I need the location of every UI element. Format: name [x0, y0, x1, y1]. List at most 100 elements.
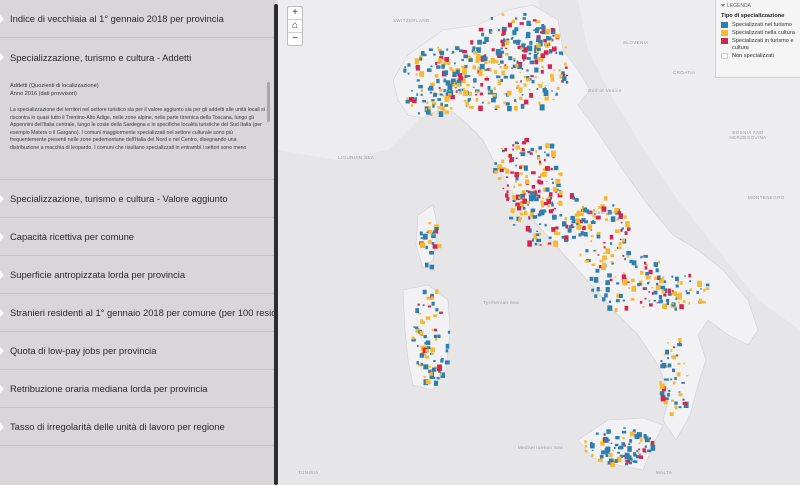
municipality-patch: [590, 229, 593, 231]
municipality-patch: [484, 61, 488, 65]
municipality-patch: [503, 93, 506, 95]
municipality-patch: [502, 187, 505, 190]
municipality-patch: [686, 374, 689, 377]
municipality-patch: [605, 280, 610, 286]
municipality-patch: [610, 254, 614, 258]
municipality-patch: [437, 98, 441, 101]
municipality-patch: [627, 446, 632, 452]
municipality-patch: [508, 153, 512, 159]
municipality-patch: [454, 87, 457, 89]
municipality-patch: [539, 173, 544, 177]
layer-item-irregolarita[interactable]: Tasso di irregolarità delle unità di lav…: [0, 408, 276, 446]
municipality-patch: [419, 57, 422, 61]
municipality-patch: [497, 177, 502, 180]
municipality-patch: [519, 71, 522, 73]
municipality-patch: [512, 157, 515, 160]
municipality-patch: [591, 263, 596, 266]
municipality-patch: [412, 99, 417, 104]
municipality-patch: [435, 308, 439, 312]
municipality-patch: [551, 178, 554, 180]
municipality-patch: [510, 208, 515, 214]
caret-right-icon: [0, 194, 4, 203]
layer-item-capacita[interactable]: Capacità ricettiva per comune: [0, 218, 276, 256]
layer-item-superficie[interactable]: Superficie antropizzata lorda per provin…: [0, 256, 276, 294]
legend-swatch: [721, 52, 728, 59]
municipality-patch: [422, 233, 428, 240]
municipality-patch: [462, 68, 467, 75]
municipality-patch: [523, 165, 528, 171]
municipality-patch: [510, 38, 513, 40]
municipality-patch: [553, 165, 559, 171]
municipality-patch: [515, 80, 518, 84]
layer-item-turismo-addetti[interactable]: Specializzazione, turismo e cultura - Ad…: [0, 38, 276, 76]
layer-item-turismo-valore[interactable]: Specializzazione, turismo e cultura - Va…: [0, 180, 276, 218]
municipality-patch: [598, 458, 603, 462]
municipality-patch: [552, 98, 555, 100]
panel-scrollbar[interactable]: [267, 82, 270, 122]
municipality-patch: [614, 308, 618, 312]
municipality-patch: [436, 65, 441, 69]
municipality-patch: [529, 93, 534, 98]
municipality-patch: [454, 62, 456, 65]
municipality-patch: [546, 44, 549, 47]
municipality-patch: [438, 111, 444, 117]
municipality-patch: [478, 27, 484, 32]
map-view[interactable]: SWITZERLAND SLOVENIA CROATIA BOSNIA AND …: [278, 0, 800, 485]
layer-item-indice-vecchiaia[interactable]: Indice di vecchiaia al 1° gennaio 2018 p…: [0, 0, 276, 38]
municipality-patch: [685, 290, 688, 293]
zoom-in-button[interactable]: +: [288, 7, 302, 20]
municipality-patch: [494, 105, 500, 109]
layer-item-stranieri[interactable]: Stranieri residenti al 1° gennaio 2018 p…: [0, 294, 276, 332]
zoom-out-button[interactable]: −: [288, 33, 302, 45]
municipality-patch: [638, 452, 640, 454]
municipality-patch: [673, 291, 678, 296]
municipality-patch: [538, 180, 544, 185]
legend-header[interactable]: LEGENDA: [721, 3, 795, 9]
layer-item-retribuzione[interactable]: Retribuzione oraria mediana lorda per pr…: [0, 370, 276, 408]
municipality-patch: [627, 227, 631, 231]
municipality-patch: [515, 157, 518, 159]
municipality-patch: [664, 280, 667, 284]
municipality-patch: [481, 73, 484, 76]
municipality-patch: [703, 288, 706, 292]
municipality-patch: [618, 246, 622, 249]
municipality-patch: [637, 283, 640, 287]
municipality-patch: [437, 58, 443, 63]
municipality-patch: [595, 268, 600, 273]
municipality-patch: [536, 38, 541, 42]
legend-item: Specializzati nella cultura: [721, 30, 795, 37]
municipality-patch: [580, 231, 584, 236]
municipality-patch: [584, 445, 588, 448]
layer-item-low-pay[interactable]: Quota di low-pay jobs per provincia: [0, 332, 276, 370]
municipality-patch: [461, 59, 464, 61]
municipality-patch: [651, 286, 654, 289]
municipality-patch: [677, 343, 682, 347]
municipality-patch: [440, 105, 446, 111]
municipality-patch: [546, 153, 550, 157]
municipality-patch: [679, 304, 684, 310]
municipality-patch: [528, 194, 531, 197]
municipality-patch: [420, 93, 423, 96]
municipality-patch: [591, 449, 594, 451]
municipality-patch: [445, 343, 450, 349]
municipality-patch: [626, 455, 632, 460]
municipality-patch: [494, 60, 499, 64]
map-label-malta: MALTA: [656, 470, 673, 475]
municipality-patch: [562, 76, 567, 81]
municipality-patch: [518, 87, 523, 93]
municipality-patch: [511, 19, 516, 23]
municipality-patch: [435, 61, 438, 65]
municipality-patch: [540, 200, 543, 204]
municipality-patch: [411, 336, 415, 340]
municipality-patch: [574, 213, 580, 217]
caret-right-icon: [0, 384, 4, 393]
municipality-patch: [426, 101, 429, 104]
municipality-patch: [428, 222, 432, 225]
layer-item-label: Superficie antropizzata lorda per provin…: [10, 269, 186, 280]
municipality-patch: [518, 217, 522, 221]
municipality-patch: [532, 238, 534, 241]
municipality-patch: [538, 83, 543, 88]
municipality-patch: [545, 166, 550, 171]
home-button[interactable]: ⌂: [288, 20, 302, 33]
municipality-patch: [514, 105, 518, 111]
